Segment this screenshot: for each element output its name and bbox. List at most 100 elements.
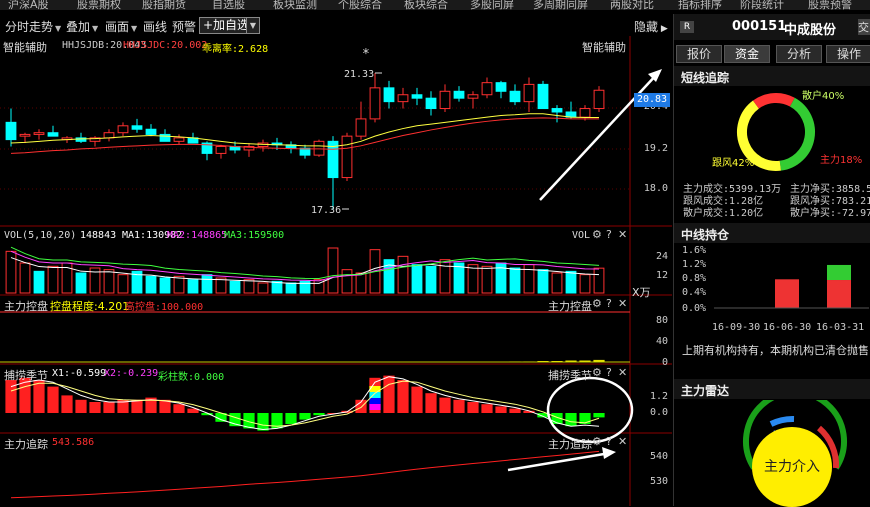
volume-bar — [411, 264, 423, 294]
season-switch[interactable]: 捕捞季节 — [548, 367, 592, 383]
candle-body — [411, 94, 423, 99]
season-bar — [425, 393, 437, 413]
vol-value: 148843 — [80, 230, 117, 241]
switch-button[interactable]: 交 — [858, 19, 870, 35]
help-icon[interactable]: ? — [606, 228, 612, 241]
volume-bar — [47, 265, 59, 294]
candle-body — [495, 82, 507, 92]
tab-analysis[interactable]: 分析 — [776, 45, 822, 63]
season-bar — [257, 413, 269, 431]
volume-bar — [75, 272, 87, 294]
vol-switch[interactable]: VOL — [572, 230, 590, 241]
help-icon[interactable]: ? — [606, 366, 612, 379]
season-bar — [75, 399, 87, 413]
candle-body — [33, 132, 45, 135]
close-icon[interactable]: ✕ — [618, 435, 627, 448]
y-tick: 0 — [661, 357, 668, 368]
track-line — [10, 450, 600, 499]
tab-capital[interactable]: 资金 — [724, 45, 770, 63]
y-tick: 24 — [655, 251, 668, 262]
help-icon[interactable]: ? — [606, 297, 612, 310]
candle-body — [509, 90, 521, 103]
control-high: 高控盘:100.000 — [125, 302, 204, 313]
gear-icon[interactable]: ⚙ — [592, 297, 602, 310]
candle-body — [579, 108, 591, 118]
indicator-deviation-rate: 乖离率:2.628 — [202, 44, 269, 55]
y-tick: 0.0% — [682, 303, 707, 314]
y-tick: 12 — [655, 270, 668, 281]
vol-ma2: MA2:148865 — [167, 230, 228, 241]
x-tick: 16-09-30 — [712, 322, 761, 333]
volume-bar — [467, 264, 479, 294]
close-icon[interactable]: ✕ — [618, 228, 627, 241]
candle-body — [103, 132, 115, 139]
volume-bar — [201, 274, 213, 294]
candle-body — [173, 137, 185, 142]
radar-title: 主力雷达 — [681, 384, 730, 398]
tab-operation[interactable]: 操作 — [826, 45, 870, 63]
holding-bar — [775, 279, 799, 308]
high-price-label: 21.33 — [344, 69, 375, 80]
volume-bar — [593, 267, 605, 294]
gear-icon[interactable]: ⚙ — [592, 366, 602, 379]
pie-label-follow: 跟风42% — [712, 158, 755, 169]
control-switch[interactable]: 主力控盘 — [548, 298, 592, 314]
main-entry-button[interactable]: 主力介入 — [752, 427, 832, 507]
control-indicator-name: 主力控盘 — [4, 300, 48, 313]
candle-body — [215, 146, 227, 154]
y-tick: 540 — [649, 451, 668, 462]
season-bar — [299, 413, 311, 420]
close-icon[interactable]: ✕ — [618, 297, 627, 310]
volume-bar — [537, 269, 549, 294]
pie-slice-retail — [779, 97, 815, 171]
volume-bar — [229, 280, 241, 294]
help-icon[interactable]: ? — [606, 435, 612, 448]
y-tick: 40 — [655, 336, 668, 347]
season-bar — [593, 413, 605, 418]
season-color-bar — [369, 398, 381, 404]
season-bar — [495, 406, 507, 413]
volume-bar — [565, 270, 577, 294]
candle-body — [117, 125, 129, 134]
volume-bar — [159, 277, 171, 294]
control-degree: 控盘程度:4.201 — [50, 300, 130, 313]
gear-icon[interactable]: ⚙ — [592, 228, 602, 241]
gear-icon[interactable]: ⚙ — [592, 435, 602, 448]
candle-body — [313, 140, 325, 156]
candle-body — [19, 133, 31, 137]
vol-unit: X万 — [632, 286, 651, 299]
close-icon[interactable]: ✕ — [618, 366, 627, 379]
y-tick: 1.6% — [682, 245, 707, 256]
volume-bar — [341, 269, 353, 294]
highlight-circle — [546, 376, 634, 444]
top-menu-item[interactable]: 指标排序 — [678, 0, 722, 10]
tab-quote[interactable]: 报价 — [676, 45, 722, 63]
control-bar — [565, 360, 577, 362]
candle-body — [593, 89, 605, 110]
candle-body — [341, 135, 353, 179]
volume-bar — [579, 274, 591, 294]
track-switch[interactable]: 主力追踪 — [548, 436, 592, 452]
season-indicator-name: 捕捞季节 — [4, 369, 48, 382]
season-color-bar — [369, 404, 381, 410]
volume-bar — [257, 282, 269, 294]
top-menu-item[interactable]: 股票预警 — [808, 0, 852, 10]
control-bar — [537, 361, 549, 362]
candle-body — [551, 108, 563, 113]
volume-bar — [509, 267, 521, 294]
season-bar — [131, 399, 143, 413]
chart-canvas[interactable] — [0, 0, 672, 506]
track-indicator-name: 主力追踪 — [4, 438, 48, 451]
season-bar — [33, 380, 45, 413]
pie-label-retail: 散户40% — [802, 91, 845, 102]
season-bar — [103, 402, 115, 413]
top-menu-item[interactable]: 阶段统计 — [740, 0, 784, 10]
main-indicator-switch[interactable]: 智能辅助 — [582, 39, 626, 55]
candle-body — [467, 94, 479, 99]
candle-body — [369, 87, 381, 120]
pie-label-main: 主力18% — [820, 155, 863, 166]
x-tick: 16-06-30 — [763, 322, 812, 333]
volume-bar — [187, 279, 199, 294]
candle-body — [383, 87, 395, 103]
candle-body — [159, 133, 171, 142]
